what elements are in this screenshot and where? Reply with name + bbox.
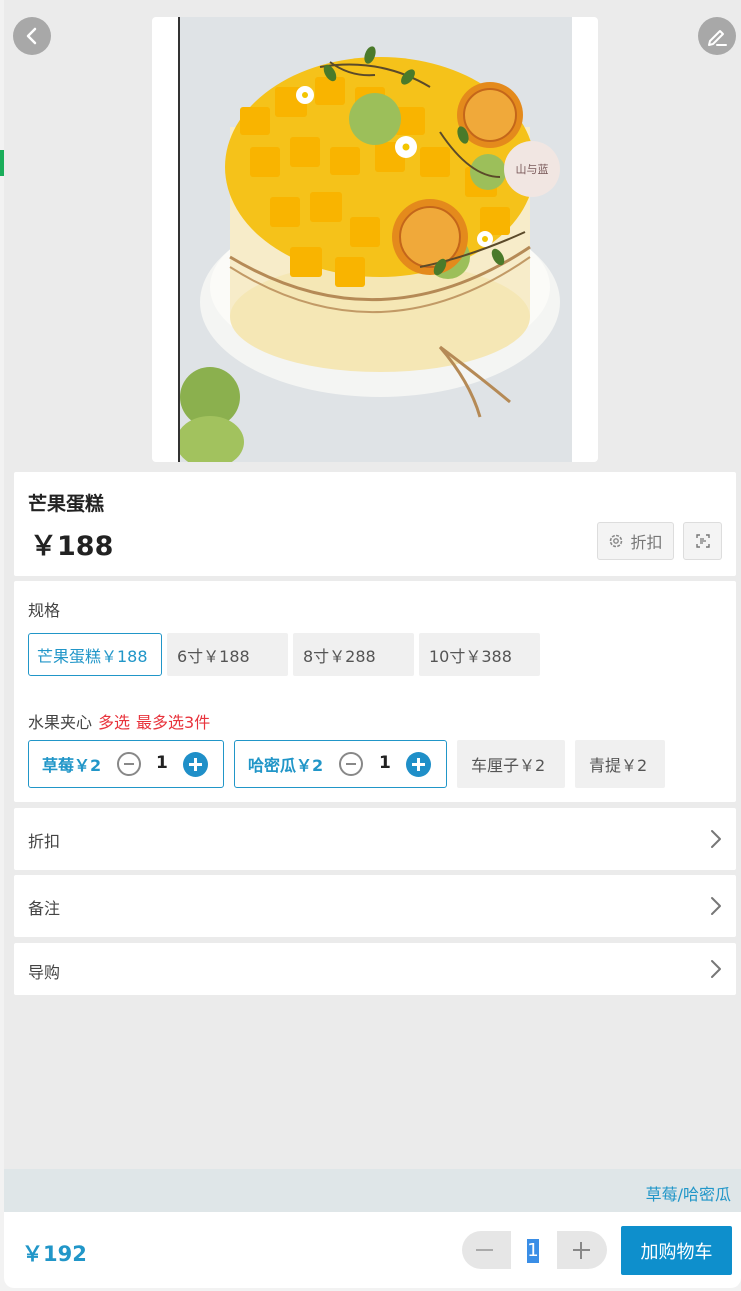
spec-option-10-inch[interactable]: 10寸￥388 <box>419 633 540 676</box>
discount-button-label: 折扣 <box>630 533 663 552</box>
total-price: ￥192 <box>22 1242 87 1266</box>
spec-label: 规格 <box>28 601 61 620</box>
fruit-filling-label: 水果夹心 多选 最多选3件 <box>28 709 210 733</box>
discount-row[interactable]: 折扣 <box>14 808 736 870</box>
gear-icon <box>610 534 623 548</box>
product-info-card: 芒果蛋糕 ￥188 折扣 <box>14 472 736 576</box>
chevron-left-icon <box>26 27 37 45</box>
plus-icon[interactable] <box>573 1242 590 1259</box>
options-card: 规格 芒果蛋糕￥188 6寸￥188 8寸￥288 10寸￥388 水果夹心 多选… <box>14 581 736 802</box>
fruit-option-label: 草莓￥2 <box>42 756 102 775</box>
max-select-tag: 最多选3件 <box>136 713 211 732</box>
quantity-stepper: 1 <box>462 1231 607 1269</box>
product-detail-sheet: 山与蓝 芒果蛋糕 ￥188 折扣 规格 芒果蛋糕￥188 6寸￥188 8寸￥2… <box>4 0 741 1288</box>
fruit-option-hami-melon[interactable]: 哈密瓜￥2 1 <box>234 740 447 788</box>
scan-button[interactable] <box>683 522 722 560</box>
shopping-guide-row-label: 导购 <box>28 963 61 982</box>
product-image: 山与蓝 <box>178 17 572 462</box>
chevron-right-icon <box>711 960 721 978</box>
fruit-option-green-grape[interactable]: 青提￥2 <box>575 740 665 788</box>
minus-circle-icon[interactable] <box>117 752 141 776</box>
shopping-guide-row[interactable]: 导购 <box>14 943 736 995</box>
multi-select-tag: 多选 <box>98 713 131 732</box>
minus-circle-icon[interactable] <box>339 752 363 776</box>
bottom-action-bar: ￥192 1 加购物车 <box>4 1212 741 1288</box>
spec-option-6-inch[interactable]: 6寸￥188 <box>167 633 288 676</box>
product-name: 芒果蛋糕 <box>28 493 105 515</box>
note-row-label: 备注 <box>28 899 61 918</box>
fruit-option-label: 哈密瓜￥2 <box>248 756 324 775</box>
spec-option-8-inch[interactable]: 8寸￥288 <box>293 633 414 676</box>
selection-summary-bar: 草莓/哈密瓜 <box>4 1169 741 1212</box>
chevron-right-icon <box>711 897 721 915</box>
spec-option-mango-cake[interactable]: 芒果蛋糕￥188 <box>28 633 162 676</box>
minus-icon[interactable] <box>476 1249 493 1251</box>
chevron-right-icon <box>711 830 721 848</box>
back-button[interactable] <box>13 17 51 55</box>
fruit-option-strawberry[interactable]: 草莓￥2 1 <box>28 740 224 788</box>
scan-icon <box>695 534 710 548</box>
fruit-filling-title: 水果夹心 <box>28 713 93 732</box>
plus-circle-icon[interactable] <box>183 752 208 777</box>
plus-circle-icon[interactable] <box>406 752 431 777</box>
fruit-quantity: 1 <box>379 753 391 773</box>
discount-button[interactable]: 折扣 <box>597 522 674 560</box>
fruit-quantity: 1 <box>156 753 168 773</box>
add-to-cart-button[interactable]: 加购物车 <box>621 1226 732 1275</box>
note-row[interactable]: 备注 <box>14 875 736 937</box>
fruit-option-cherry[interactable]: 车厘子￥2 <box>457 740 565 788</box>
product-price: ￥188 <box>30 531 114 562</box>
selected-fillings-summary: 草莓/哈密瓜 <box>645 1185 731 1204</box>
discount-row-label: 折扣 <box>28 832 61 851</box>
product-image-card: 山与蓝 <box>152 17 598 462</box>
quantity-value: 1 <box>527 1239 539 1263</box>
product-image-logo: 山与蓝 <box>516 163 549 176</box>
pencil-icon <box>708 30 727 46</box>
edit-button[interactable] <box>698 17 736 55</box>
